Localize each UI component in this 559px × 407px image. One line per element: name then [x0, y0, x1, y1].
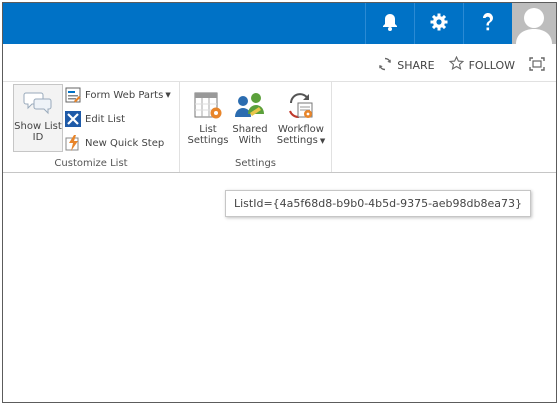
form-web-parts-icon [65, 87, 81, 103]
list-id-tooltip: ListId={4a5f68d8-b9b0-4b5d-9375-aeb98db8… [225, 190, 532, 217]
workflow-settings-icon [274, 88, 328, 124]
ribbon: Show List ID Form Web Parts ▼ Edit List [3, 81, 556, 173]
star-outline-icon [448, 55, 469, 74]
list-settings-label-line2: Settings [187, 135, 229, 146]
new-quick-step-button[interactable]: New Quick Step [65, 132, 164, 154]
workflow-settings-button[interactable]: Workflow Settings ▼ [274, 88, 328, 147]
tools-icon [65, 111, 81, 127]
settings-button[interactable] [414, 3, 463, 44]
dropdown-arrow-icon: ▼ [319, 137, 326, 145]
show-list-id-label-line1: Show List [14, 121, 62, 132]
new-quick-step-label: New Quick Step [85, 137, 165, 149]
help-button[interactable] [463, 3, 512, 44]
settings-group-label: Settings [234, 158, 276, 169]
gear-icon [430, 13, 448, 35]
user-silhouette-icon [512, 8, 556, 44]
shared-with-label-line1: Shared [232, 124, 268, 135]
question-icon [481, 12, 495, 36]
list-settings-button[interactable]: List Settings [184, 88, 232, 146]
list-settings-label-line1: List [199, 124, 217, 135]
shared-with-label-line2: With [238, 135, 262, 146]
chat-bubbles-icon [14, 85, 62, 121]
bell-icon [382, 13, 398, 35]
page-actions: SHARE FOLLOW [378, 52, 556, 78]
people-icon [226, 88, 274, 124]
window: SHARE FOLLOW Show List ID Form Web Parts… [2, 2, 557, 403]
sync-arrows-icon [378, 57, 397, 74]
show-list-id-button[interactable]: Show List ID [13, 84, 63, 152]
share-button[interactable]: SHARE [378, 57, 435, 74]
form-web-parts-button[interactable]: Form Web Parts ▼ [65, 84, 171, 106]
workflow-settings-label-line2: Settings [276, 135, 318, 146]
workflow-settings-label-line1: Workflow [278, 124, 324, 135]
customize-list-group-label: Customize List [54, 158, 128, 169]
edit-list-label: Edit List [85, 113, 126, 125]
user-avatar[interactable] [512, 3, 556, 44]
suite-bar [3, 3, 556, 44]
customize-list-group: Show List ID Form Web Parts ▼ Edit List [3, 82, 180, 172]
notifications-button[interactable] [365, 3, 414, 44]
lightning-icon [65, 135, 81, 151]
list-settings-icon [184, 88, 232, 124]
follow-label: FOLLOW [468, 58, 515, 72]
settings-group: List Settings Shared With Workflow Setti… [180, 82, 332, 172]
form-web-parts-label: Form Web Parts [85, 89, 164, 101]
dropdown-arrow-icon: ▼ [165, 91, 171, 99]
share-label: SHARE [397, 58, 435, 72]
edit-list-button[interactable]: Edit List [65, 108, 125, 130]
follow-button[interactable]: FOLLOW [448, 55, 515, 74]
focus-mode-icon [529, 56, 550, 74]
show-list-id-label-line2: ID [32, 132, 44, 143]
focus-on-content-button[interactable] [529, 56, 550, 74]
workflow-settings-label-line2-wrap: Settings ▼ [274, 135, 328, 147]
shared-with-button[interactable]: Shared With [226, 88, 274, 146]
